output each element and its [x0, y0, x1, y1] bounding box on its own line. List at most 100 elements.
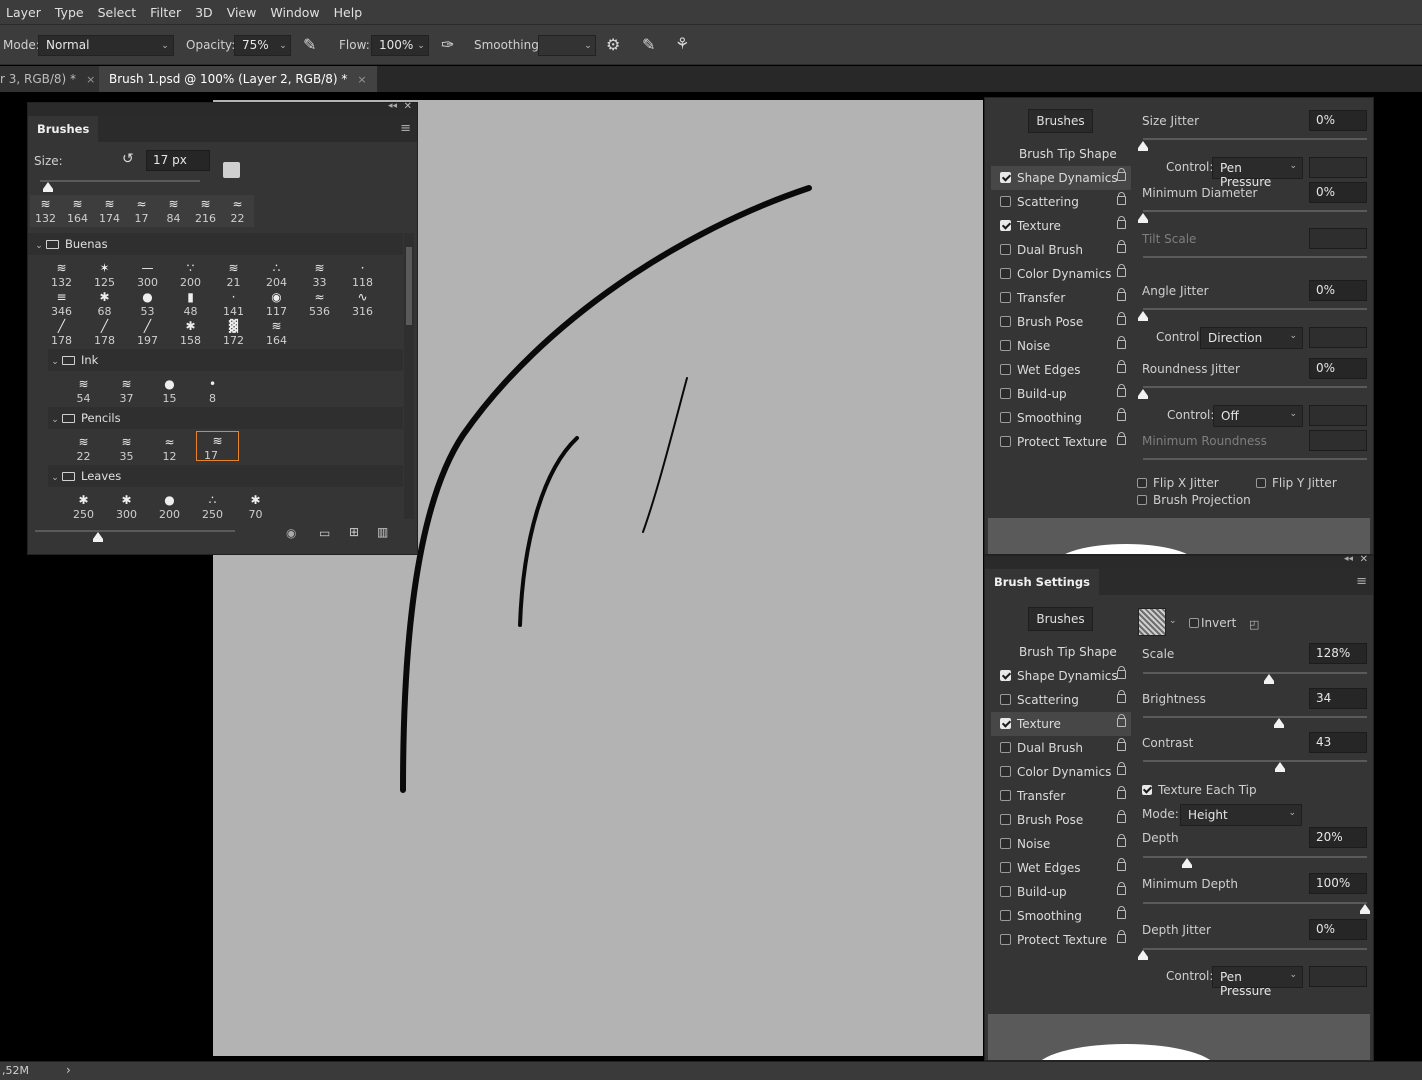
- option-brush-tip-shape[interactable]: Brush Tip Shape: [991, 142, 1131, 166]
- scrollbar-thumb[interactable]: [406, 247, 412, 325]
- brush-preset[interactable]: ∵ 200: [175, 259, 206, 289]
- tab-document-2[interactable]: Brush 1.psd @ 100% (Layer 2, RGB/8) * ×: [99, 66, 377, 92]
- brush-preset[interactable]: —300: [132, 259, 163, 289]
- angle-jitter-knob[interactable]: [1138, 311, 1148, 321]
- airbrush-icon[interactable]: ✑: [441, 35, 454, 54]
- option-noise[interactable]: Noise: [991, 832, 1131, 856]
- option-build-up[interactable]: Build-up: [991, 382, 1131, 406]
- option-texture[interactable]: Texture: [991, 712, 1131, 736]
- brightness-track[interactable]: [1143, 716, 1367, 718]
- group-leaves[interactable]: ⌄ Leaves: [48, 465, 403, 487]
- brush-preset[interactable]: ≋ 54: [68, 375, 99, 405]
- trash-icon[interactable]: ▥: [377, 525, 388, 539]
- roundness-jitter-knob[interactable]: [1138, 389, 1148, 399]
- close-icon[interactable]: ×: [86, 73, 95, 86]
- control-dropdown[interactable]: Pen Pressure ⌄: [1212, 966, 1303, 998]
- control-dropdown[interactable]: Off ⌄: [1213, 405, 1303, 427]
- menu-filter[interactable]: Filter: [143, 5, 188, 20]
- depth-track[interactable]: [1143, 856, 1367, 858]
- brush-preset[interactable]: ≡ 346: [46, 288, 77, 318]
- recent-brush[interactable]: ≋ 84: [158, 195, 189, 225]
- option-noise[interactable]: Noise: [991, 334, 1131, 358]
- new-preset-icon[interactable]: ◰: [1249, 618, 1259, 631]
- menu-type[interactable]: Type: [48, 5, 91, 20]
- flip-y-checkbox[interactable]: [1256, 478, 1266, 488]
- roundness-jitter-track[interactable]: [1143, 386, 1367, 388]
- brush-preset[interactable]: ● 15: [154, 375, 185, 405]
- option-brush-pose[interactable]: Brush Pose: [991, 808, 1131, 832]
- option-brush-pose[interactable]: Brush Pose: [991, 310, 1131, 334]
- brush-preset[interactable]: ✱ 300: [111, 491, 142, 521]
- scale-track[interactable]: [1143, 672, 1367, 674]
- preview-size-slider-knob[interactable]: [93, 532, 103, 542]
- recent-brush[interactable]: ≋ 132: [30, 195, 61, 225]
- brightness-knob[interactable]: [1274, 718, 1284, 728]
- option-dual-brush[interactable]: Dual Brush: [991, 736, 1131, 760]
- minimum-depth-field[interactable]: 100%: [1309, 873, 1367, 894]
- brush-preset[interactable]: ● 200: [154, 491, 185, 521]
- brushes-button[interactable]: Brushes: [1028, 607, 1093, 631]
- option-scattering[interactable]: Scattering: [991, 688, 1131, 712]
- smoothing-field[interactable]: ⌄: [538, 35, 596, 56]
- brush-preset[interactable]: ≈12: [154, 433, 185, 463]
- mode-dropdown[interactable]: Height ⌄: [1180, 804, 1302, 826]
- brush-preset[interactable]: ╱ 197: [132, 317, 163, 347]
- brush-preset[interactable]: ✱ 250: [68, 491, 99, 521]
- tab-document-1[interactable]: r 3, RGB/8) * ×: [0, 66, 106, 92]
- option-smoothing[interactable]: Smoothing: [991, 406, 1131, 430]
- brush-preset[interactable]: ≋ 22: [68, 433, 99, 463]
- pressure-opacity-icon[interactable]: ✎: [303, 35, 316, 54]
- size-field[interactable]: 17 px: [146, 150, 210, 171]
- brushes-button[interactable]: Brushes: [1028, 109, 1093, 133]
- pressure-size-icon[interactable]: ✎: [642, 35, 655, 54]
- close-icon[interactable]: ✕: [404, 101, 412, 112]
- control-field[interactable]: [1309, 327, 1367, 348]
- size-jitter-knob[interactable]: [1138, 141, 1148, 151]
- opacity-field[interactable]: 75% ⌄: [234, 35, 291, 56]
- depth-jitter-field[interactable]: 0%: [1309, 919, 1367, 940]
- tab-brushes[interactable]: Brushes: [28, 116, 99, 142]
- control-field[interactable]: [1309, 157, 1367, 178]
- minimum-diameter-field[interactable]: 0%: [1309, 182, 1367, 203]
- brush-preset[interactable]: ≋ 164: [261, 317, 292, 347]
- brightness-field[interactable]: 34: [1309, 688, 1367, 709]
- control-dropdown[interactable]: Pen Pressure ⌄: [1212, 157, 1303, 189]
- close-icon[interactable]: ✕: [1360, 554, 1368, 565]
- option-shape-dynamics[interactable]: Shape Dynamics: [991, 166, 1131, 190]
- depth-jitter-track[interactable]: [1143, 948, 1367, 950]
- brush-preset[interactable]: ✱ 158: [175, 317, 206, 347]
- group-ink[interactable]: ⌄ Ink: [48, 349, 403, 371]
- size-slider-track[interactable]: [40, 180, 200, 182]
- control-dropdown[interactable]: Direction ⌄: [1200, 327, 1303, 349]
- scale-field[interactable]: 128%: [1309, 643, 1367, 664]
- flip-x-checkbox[interactable]: [1137, 478, 1147, 488]
- roundness-jitter-field[interactable]: 0%: [1309, 358, 1367, 379]
- control-field[interactable]: [1309, 966, 1367, 987]
- brush-preset[interactable]: ● 53: [132, 288, 163, 318]
- menu-select[interactable]: Select: [91, 5, 144, 20]
- depth-field[interactable]: 20%: [1309, 827, 1367, 848]
- option-shape-dynamics[interactable]: Shape Dynamics: [991, 664, 1131, 688]
- minimum-diameter-knob[interactable]: [1138, 213, 1148, 223]
- control-field[interactable]: [1309, 405, 1367, 426]
- menu-window[interactable]: Window: [263, 5, 326, 20]
- collapse-icon[interactable]: ◂◂: [1344, 554, 1353, 564]
- size-jitter-track[interactable]: [1143, 138, 1367, 140]
- recent-brush[interactable]: ≋ 174: [94, 195, 125, 225]
- brush-preset[interactable]: ∿ 316: [347, 288, 378, 318]
- option-smoothing[interactable]: Smoothing: [991, 904, 1131, 928]
- group-buenas[interactable]: ⌄ Buenas: [28, 233, 403, 255]
- size-slider-knob[interactable]: [43, 182, 53, 192]
- angle-jitter-track[interactable]: [1143, 308, 1367, 310]
- group-pencils[interactable]: ⌄ Pencils: [48, 407, 403, 429]
- brush-preset[interactable]: ∴ 204: [261, 259, 292, 289]
- minimum-depth-knob[interactable]: [1360, 904, 1370, 914]
- depth-knob[interactable]: [1182, 858, 1192, 868]
- brush-preset[interactable]: ≈536: [304, 288, 335, 318]
- option-wet-edges[interactable]: Wet Edges: [991, 358, 1131, 382]
- scale-knob[interactable]: [1264, 674, 1274, 684]
- flow-field[interactable]: 100% ⌄: [371, 35, 429, 56]
- option-transfer[interactable]: Transfer: [991, 286, 1131, 310]
- create-brush-icon[interactable]: [223, 162, 240, 178]
- option-protect-texture[interactable]: Protect Texture: [991, 430, 1131, 454]
